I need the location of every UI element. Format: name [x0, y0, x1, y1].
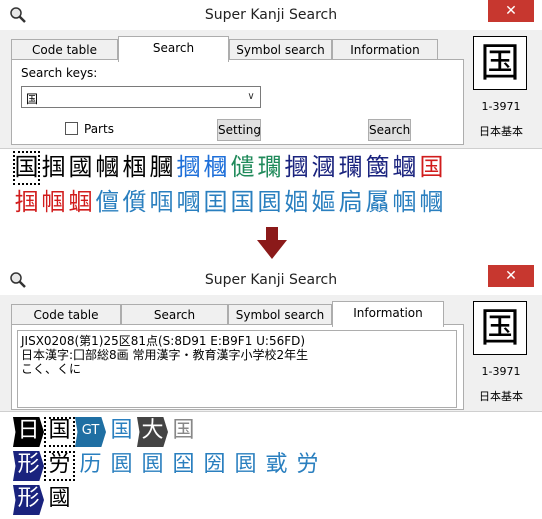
- related-row: 日国 GT 国大国: [13, 417, 199, 447]
- kanji-cell[interactable]: 國: [44, 485, 75, 515]
- related-row: 形労历囻囻囶圀囻戜労: [13, 451, 323, 481]
- kanji-cell[interactable]: 簂: [364, 151, 391, 185]
- kanji-cell[interactable]: 囯: [202, 186, 229, 219]
- tab-bar: Code table Search Symbol search Informat…: [11, 36, 463, 62]
- info-line-codes: JISX0208(第1)25区81点(S:8D91 E:B9F1 U:56FD): [21, 334, 306, 348]
- kanji-cell[interactable]: 瓓: [337, 151, 364, 185]
- close-button[interactable]: ✕: [488, 265, 534, 287]
- search-keys-label: Search keys:: [21, 66, 98, 80]
- category-badge: 大: [137, 417, 168, 447]
- search-keys-combobox[interactable]: 国 ∨: [21, 86, 261, 108]
- kanji-cell[interactable]: 蝈: [67, 186, 94, 219]
- kanji-cell[interactable]: 椢: [121, 151, 148, 185]
- tab-information[interactable]: Information: [332, 301, 444, 327]
- kanji-cell[interactable]: 帼: [40, 186, 67, 219]
- info-line-readings: こく、くに: [21, 362, 82, 376]
- tab-search[interactable]: Search: [118, 36, 229, 62]
- kanji-cell[interactable]: 戜: [261, 451, 292, 481]
- related-kanji-grid: 日国 GT 国大国 形労历囻囻囶圀囻戜労 形國: [0, 411, 542, 519]
- tab-code-table[interactable]: Code table: [11, 304, 121, 326]
- kanji-cell[interactable]: 囻: [137, 451, 168, 481]
- result-grid: 国掴國幗椢膕摑槶儙瓓摑漍瓓簂蟈国 掴帼蝈儃儨啯嘓囯国囻婟嫗扃屭帼幗: [0, 148, 542, 219]
- tab-symbol-search[interactable]: Symbol search: [228, 304, 332, 326]
- parts-checkbox[interactable]: [65, 122, 78, 135]
- kanji-cell[interactable]: 國: [67, 151, 94, 185]
- category-badge: 形: [13, 451, 44, 481]
- kanji-cell[interactable]: 国: [229, 186, 256, 219]
- chevron-down-icon[interactable]: ∨: [242, 87, 260, 107]
- tab-search[interactable]: Search: [121, 304, 228, 326]
- kanji-cell[interactable]: 掴: [13, 186, 40, 219]
- kanji-cell[interactable]: 国: [13, 151, 40, 185]
- kanji-cell[interactable]: 国: [44, 417, 75, 447]
- setting-button[interactable]: Setting: [217, 119, 261, 141]
- search-panel: Search keys: 国 ∨ Parts Setting Search: [11, 59, 464, 145]
- kanji-cell[interactable]: 婟: [283, 186, 310, 219]
- kanji-code: 1-3971: [481, 365, 521, 378]
- kanji-cell[interactable]: 蟈: [391, 151, 418, 185]
- kanji-cell[interactable]: 儨: [121, 186, 148, 219]
- kanji-cell[interactable]: 膕: [148, 151, 175, 185]
- kanji-cell[interactable]: 幗: [94, 151, 121, 185]
- category-badge: GT: [75, 417, 106, 447]
- title-bar: Super Kanji Search ✕: [0, 265, 542, 295]
- tab-symbol-search[interactable]: Symbol search: [229, 39, 332, 61]
- window-title: Super Kanji Search: [204, 7, 338, 23]
- kanji-category: 日本基本: [479, 125, 523, 138]
- selected-kanji-preview: 国: [473, 301, 527, 355]
- kanji-cell[interactable]: 囻: [106, 451, 137, 481]
- title-bar: Super Kanji Search ✕: [0, 0, 542, 30]
- kanji-cell[interactable]: 囻: [256, 186, 283, 219]
- tab-bar: Code table Search Symbol search Informat…: [11, 301, 463, 327]
- result-row: 掴帼蝈儃儨啯嘓囯国囻婟嫗扃屭帼幗: [13, 186, 445, 219]
- kanji-cell[interactable]: 国: [418, 151, 445, 185]
- kanji-category: 日本基本: [479, 390, 523, 403]
- window-title: Super Kanji Search: [204, 272, 338, 288]
- kanji-cell[interactable]: 扃: [337, 186, 364, 219]
- kanji-cell[interactable]: 掴: [40, 151, 67, 185]
- kanji-code: 1-3971: [481, 100, 521, 113]
- kanji-cell[interactable]: 儃: [94, 186, 121, 219]
- information-window: Super Kanji Search ✕ Code table Search S…: [0, 265, 542, 519]
- search-window: Super Kanji Search ✕ Code table Search S…: [0, 0, 542, 219]
- kanji-cell[interactable]: 幗: [418, 186, 445, 219]
- search-button[interactable]: Search: [368, 119, 411, 141]
- information-panel: JISX0208(第1)25区81点(S:8D91 E:B9F1 U:56FD)…: [11, 324, 464, 410]
- kanji-cell[interactable]: 儙: [229, 151, 256, 185]
- tab-code-table[interactable]: Code table: [11, 39, 118, 61]
- arrow-down-icon: [257, 227, 287, 259]
- category-badge: 日: [13, 417, 44, 447]
- kanji-cell[interactable]: 労: [44, 451, 75, 481]
- kanji-cell[interactable]: 労: [292, 451, 323, 481]
- kanji-cell[interactable]: 啯: [148, 186, 175, 219]
- kanji-cell[interactable]: 瓓: [256, 151, 283, 185]
- kanji-cell[interactable]: 槶: [202, 151, 229, 185]
- kanji-cell[interactable]: 漍: [310, 151, 337, 185]
- category-badge: 形: [13, 485, 44, 515]
- kanji-cell[interactable]: 囶: [168, 451, 199, 481]
- selected-kanji-preview: 国: [473, 36, 527, 90]
- kanji-cell[interactable]: 嫗: [310, 186, 337, 219]
- related-row: 形國: [13, 485, 75, 515]
- kanji-cell[interactable]: 摑: [283, 151, 310, 185]
- kanji-cell[interactable]: 嘓: [175, 186, 202, 219]
- search-keys-value: 国: [26, 92, 39, 106]
- tab-information[interactable]: Information: [332, 39, 438, 61]
- kanji-cell[interactable]: 圀: [199, 451, 230, 481]
- info-line-classification: 日本漢字:囗部総8画 常用漢字・教育漢字小学校2年生: [21, 348, 309, 362]
- kanji-cell[interactable]: 摑: [175, 151, 202, 185]
- kanji-cell[interactable]: 国: [106, 417, 137, 447]
- kanji-cell[interactable]: 历: [75, 451, 106, 481]
- parts-label: Parts: [84, 122, 114, 136]
- kanji-cell[interactable]: 国: [168, 417, 199, 447]
- close-button[interactable]: ✕: [488, 0, 534, 22]
- kanji-cell[interactable]: 囻: [230, 451, 261, 481]
- kanji-info-text: JISX0208(第1)25区81点(S:8D91 E:B9F1 U:56FD)…: [17, 330, 457, 408]
- result-row: 国掴國幗椢膕摑槶儙瓓摑漍瓓簂蟈国: [13, 151, 445, 185]
- kanji-cell[interactable]: 帼: [391, 186, 418, 219]
- kanji-cell[interactable]: 屭: [364, 186, 391, 219]
